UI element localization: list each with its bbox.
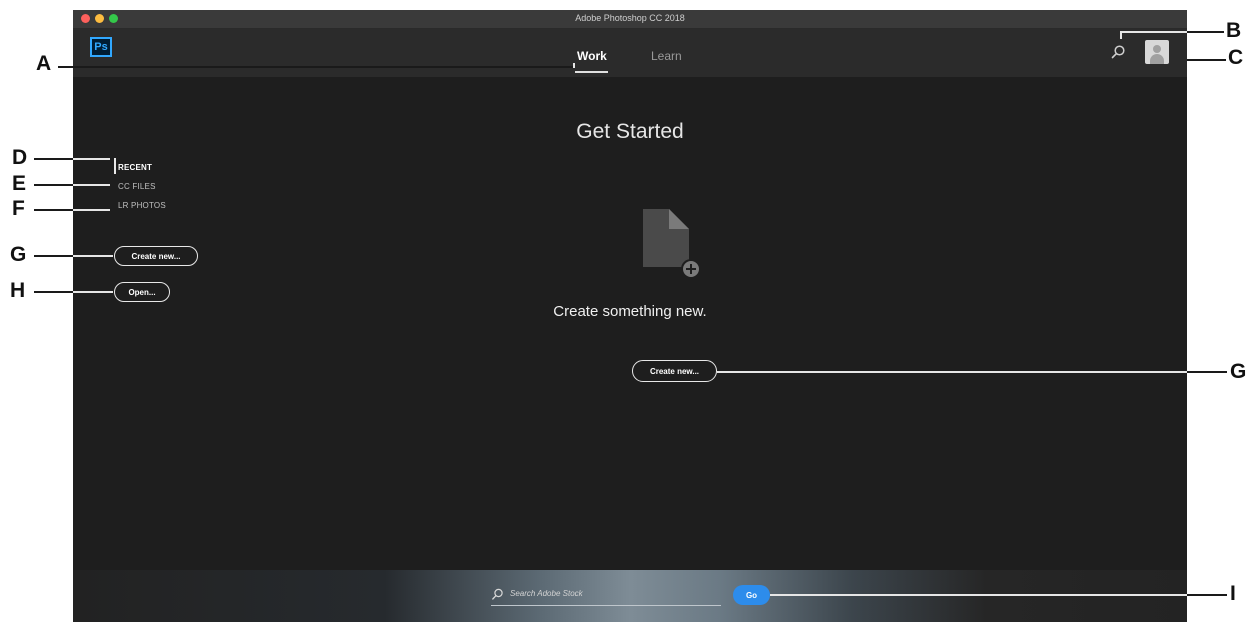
callout-b-leader-tick — [1120, 31, 1122, 39]
callout-g-left: G — [10, 243, 27, 266]
callout-e-leader — [34, 184, 73, 186]
callout-g-right: G — [1230, 360, 1247, 383]
main-create-new-button[interactable]: Create new... — [632, 360, 717, 382]
callout-g-left-leader — [34, 255, 73, 257]
sidebar-item-recent[interactable]: RECENT — [118, 163, 152, 172]
callout-i-leader — [1187, 594, 1227, 596]
callout-f-leader — [34, 209, 73, 211]
go-button[interactable]: Go — [733, 585, 770, 605]
callout-i: I — [1230, 582, 1236, 605]
adobe-stock-banner: Search Adobe Stock Go — [73, 570, 1187, 622]
window-title: Adobe Photoshop CC 2018 — [575, 13, 685, 23]
stock-search-field[interactable]: Search Adobe Stock — [491, 585, 721, 606]
callout-a: A — [36, 52, 52, 75]
callout-b-leader-inner — [1120, 31, 1188, 33]
callout-g-right-leader — [1187, 371, 1227, 373]
active-tab-indicator — [575, 71, 608, 73]
sidebar-item-cc-files[interactable]: CC FILES — [118, 182, 156, 191]
callout-h-leader — [34, 291, 73, 293]
photoshop-logo: Ps — [90, 37, 112, 57]
stock-search-placeholder: Search Adobe Stock — [510, 589, 583, 598]
create-something-message: Create something new. — [553, 303, 707, 320]
search-icon[interactable] — [1110, 44, 1126, 60]
callout-c: C — [1228, 46, 1244, 69]
recent-active-indicator — [114, 158, 116, 174]
callout-h: H — [10, 279, 26, 302]
tab-work[interactable]: Work — [577, 49, 607, 63]
photoshop-window: Adobe Photoshop CC 2018 Ps Work Learn RE… — [73, 10, 1187, 622]
page-title: Get Started — [576, 120, 684, 143]
callout-b: B — [1226, 19, 1242, 42]
callout-a-leader — [58, 66, 573, 68]
sidebar-item-lr-photos[interactable]: LR PHOTOS — [118, 201, 166, 210]
sidebar-create-new-button[interactable]: Create new... — [114, 246, 198, 266]
callout-f: F — [12, 197, 25, 220]
open-button[interactable]: Open... — [114, 282, 170, 302]
callout-f-leader-inner — [73, 209, 110, 211]
callout-e: E — [12, 172, 27, 195]
callout-g-right-leader-inner — [717, 371, 1187, 373]
title-bar: Adobe Photoshop CC 2018 — [73, 10, 1187, 29]
callout-a-leader-tick — [573, 63, 575, 68]
callout-i-leader-inner — [770, 594, 1187, 596]
user-avatar-icon[interactable] — [1145, 40, 1169, 64]
callout-b-leader — [1187, 31, 1224, 33]
stock-search-icon — [492, 588, 503, 600]
new-document-icon — [643, 209, 701, 279]
callout-e-leader-inner — [73, 184, 110, 186]
callout-h-leader-inner — [73, 291, 113, 293]
callout-d: D — [12, 146, 28, 169]
callout-g-left-leader-inner — [73, 255, 113, 257]
app-header: Ps Work Learn — [73, 29, 1187, 77]
stock-search-underline — [491, 605, 721, 606]
callout-c-leader — [1187, 59, 1226, 61]
callout-d-leader-inner — [73, 158, 110, 160]
tab-learn[interactable]: Learn — [651, 49, 682, 63]
callout-d-leader — [34, 158, 73, 160]
